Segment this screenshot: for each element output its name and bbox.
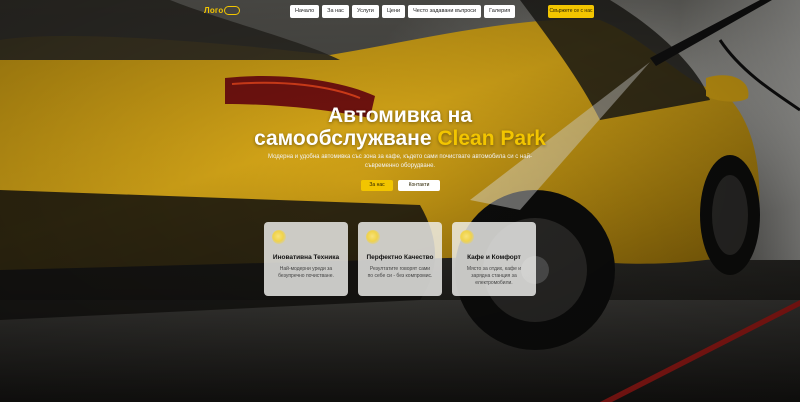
logo-icon bbox=[224, 6, 241, 16]
nav-item-about[interactable]: За нас bbox=[322, 5, 349, 18]
feature-icon bbox=[272, 230, 286, 244]
main-nav: Начало За нас Услуги Цени Често задавани… bbox=[290, 5, 516, 18]
feature-title: Кафе и Комфорт bbox=[467, 254, 521, 261]
site-logo[interactable]: Лого bbox=[204, 6, 241, 16]
nav-item-gallery[interactable]: Галерия bbox=[484, 5, 516, 18]
hero-title: Автомивка на самообслужване Clean Park bbox=[200, 104, 600, 150]
feature-text: Резултатите говорят сами по себе си - бе… bbox=[367, 266, 433, 279]
feature-title: Иновативна Техника bbox=[272, 254, 340, 261]
hero-title-line1: Автомивка на bbox=[327, 104, 473, 127]
nav-item-home[interactable]: Начало bbox=[290, 5, 320, 18]
feature-card-technology: Иновативна Техника Най-модерни уреди за … bbox=[264, 222, 348, 296]
hero-title-line2: самообслужване bbox=[254, 127, 438, 150]
contacts-button[interactable]: Контакти bbox=[398, 180, 440, 191]
feature-text: Най-модерни уреди за безупречно почиства… bbox=[278, 266, 334, 279]
feature-title: Перфектно Качество bbox=[366, 254, 434, 261]
hero-title-brand: Clean Park bbox=[437, 127, 546, 150]
feature-icon bbox=[366, 230, 380, 244]
nav-item-prices[interactable]: Цени bbox=[381, 5, 406, 18]
nav-item-faq[interactable]: Често задавани въпроси bbox=[408, 5, 482, 18]
logo-text: Лого bbox=[204, 6, 224, 15]
hero-subtitle: Модерна и удобна автомивка със зона за к… bbox=[268, 154, 532, 169]
feature-icon bbox=[460, 230, 474, 244]
nav-item-services[interactable]: Услуги bbox=[351, 5, 379, 18]
hero-background bbox=[0, 0, 800, 402]
contact-us-button[interactable]: Свържете се с нас bbox=[548, 5, 594, 18]
feature-card-coffee: Кафе и Комфорт Място за отдих, кафе и за… bbox=[452, 222, 536, 296]
about-button[interactable]: За нас bbox=[361, 180, 393, 191]
feature-card-quality: Перфектно Качество Резултатите говорят с… bbox=[358, 222, 442, 296]
feature-text: Място за отдих, кафе и зарядна станция з… bbox=[466, 266, 522, 286]
dark-overlay bbox=[0, 0, 800, 402]
